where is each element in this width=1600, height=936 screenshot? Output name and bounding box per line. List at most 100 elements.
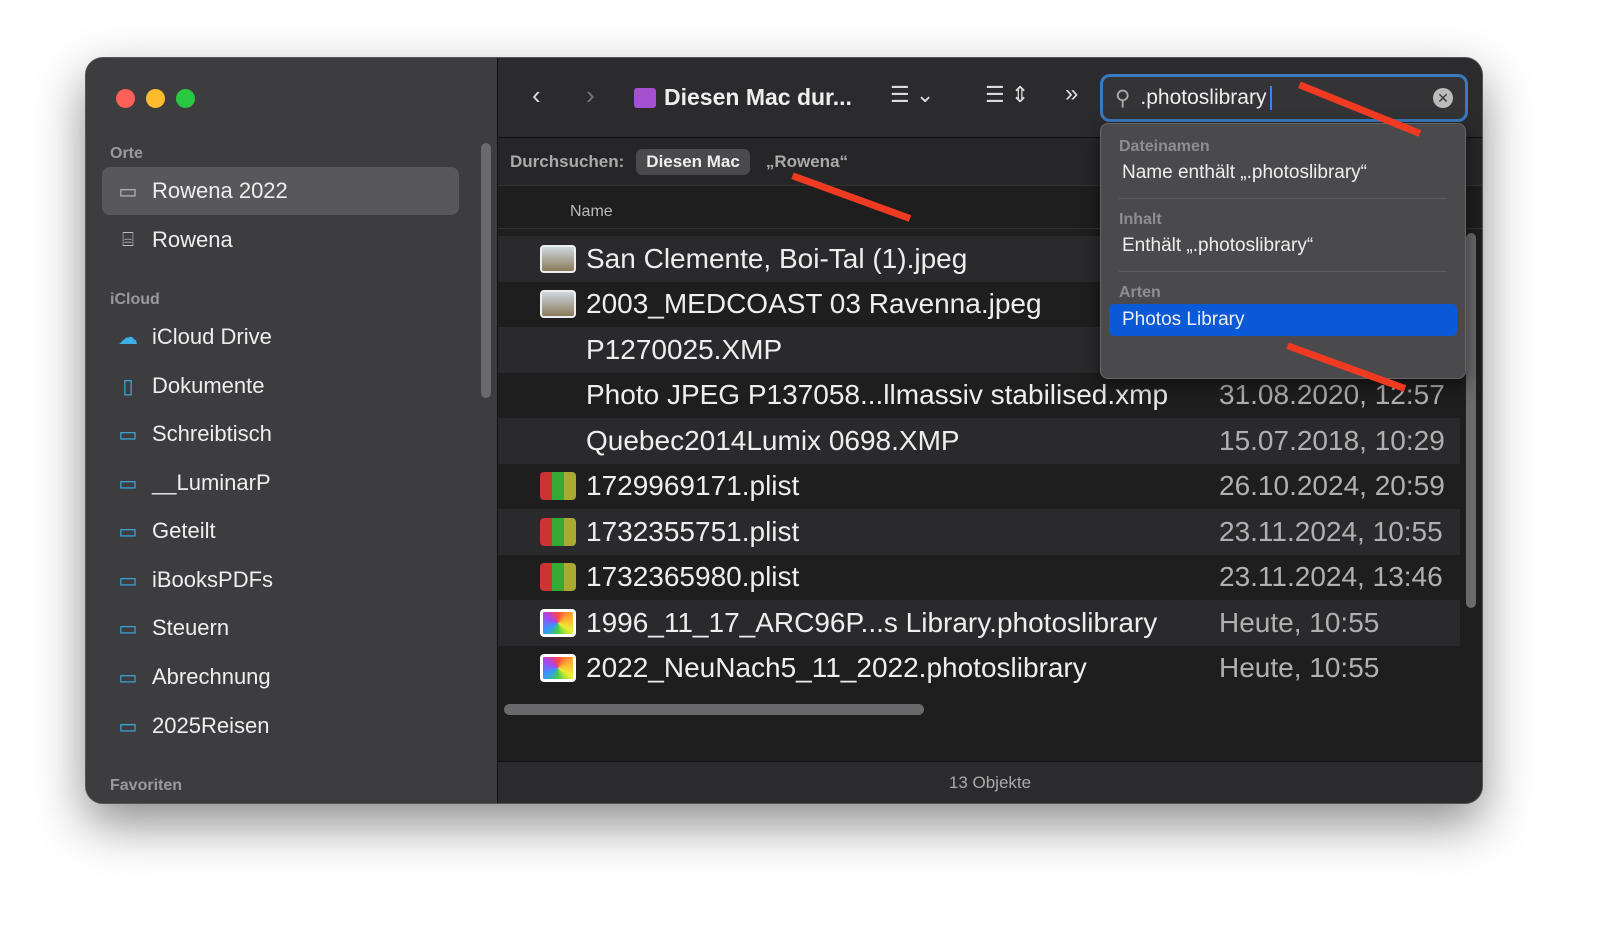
photos-file-icon	[540, 608, 576, 637]
file-row[interactable]: 1732365980.plist 23.11.2024, 13:46	[498, 555, 1460, 601]
minimize-button[interactable]	[146, 89, 165, 108]
sidebar-item-schreibtisch[interactable]: ▭ Schreibtisch	[102, 410, 459, 458]
horizontal-scrollbar[interactable]	[504, 704, 924, 715]
file-date: 26.10.2024, 20:59	[1219, 470, 1445, 502]
section-header-arten: Arten	[1119, 284, 1161, 301]
desktop-icon: ▭	[118, 423, 138, 446]
suggestion-content-contains[interactable]: Enthält „.photoslibrary“	[1109, 229, 1457, 267]
sidebar-item-label: __LuminarP	[152, 470, 271, 495]
plist-file-icon	[540, 472, 576, 501]
jpeg-file-icon	[540, 244, 576, 273]
section-icloud: iCloud	[110, 291, 160, 308]
file-date: Heute, 10:55	[1219, 606, 1380, 638]
file-name: Photo JPEG P137058...llmassiv stabilised…	[586, 379, 1169, 411]
none-file-icon	[540, 427, 576, 455]
file-date: 23.11.2024, 10:55	[1219, 515, 1443, 547]
title-text: Diesen Mac dur...	[664, 84, 852, 110]
sidebar-item-icloud-drive[interactable]: ☁ iCloud Drive	[102, 313, 459, 361]
sidebar-item-dokumente[interactable]: ▯ Dokumente	[102, 362, 459, 410]
none-file-icon	[540, 381, 576, 409]
plist-file-icon	[540, 517, 576, 546]
folder-icon: ▭	[118, 715, 138, 738]
sidebar-item-luminarp[interactable]: ▭ __LuminarP	[102, 459, 459, 507]
sidebar-item-label: Steuern	[152, 615, 230, 640]
back-button[interactable]: ‹	[532, 80, 541, 111]
drive-icon: ⌸	[122, 228, 134, 251]
sidebar-item-label: Geteilt	[152, 518, 216, 543]
zoom-button[interactable]	[176, 89, 195, 108]
file-name: 1729969171.plist	[586, 470, 800, 502]
status-bar: 13 Objekte	[498, 761, 1482, 803]
sidebar-item-label: iBooksPDFs	[152, 567, 274, 592]
file-date: 15.07.2018, 10:29	[1219, 424, 1445, 456]
sidebar: Orte ▭ Rowena 2022 ⌸ Rowena iCloud ☁ iCloud…	[86, 58, 498, 803]
sidebar-item-geteilt[interactable]: ▭ Geteilt	[102, 507, 459, 555]
search-field[interactable]: ⚲ .photoslibrary ✕	[1100, 74, 1468, 122]
file-date: 31.08.2020, 12:57	[1219, 379, 1445, 411]
window-title: Diesen Mac dur...	[634, 84, 852, 111]
window-controls	[116, 89, 195, 108]
file-name: P1270025.XMP	[586, 333, 783, 365]
file-row[interactable]: 1729969171.plist 26.10.2024, 20:59	[498, 464, 1460, 510]
group-sort-icon[interactable]: ☰ ⇕	[985, 82, 1029, 108]
sidebar-item-label: Rowena 2022	[152, 178, 288, 203]
plist-file-icon	[540, 563, 576, 592]
folder-icon: ▭	[118, 617, 138, 640]
file-name: 1732355751.plist	[586, 515, 800, 547]
sidebar-item-label: iCloud Drive	[152, 324, 272, 349]
sidebar-item-label: Dokumente	[152, 373, 265, 398]
file-row[interactable]: 1996_11_17_ARC96P...s Library.photoslibr…	[498, 600, 1460, 646]
folder-icon: ▭	[118, 472, 138, 495]
view-options-icon[interactable]: ☰ ⌄	[890, 82, 934, 108]
search-icon: ⚲	[1115, 86, 1131, 110]
file-row[interactable]: 1732355751.plist 23.11.2024, 10:55	[498, 509, 1460, 555]
file-row[interactable]: Quebec2014Lumix 0698.XMP 15.07.2018, 10:2…	[498, 418, 1460, 464]
sidebar-item-steuern[interactable]: ▭ Steuern	[102, 604, 459, 652]
search-input[interactable]: .photoslibrary	[1140, 86, 1266, 110]
file-row[interactable]: 2022_NeuNach5_11_2022.photoslibrary Heute…	[498, 646, 1460, 692]
scope-this-mac-button[interactable]: Diesen Mac	[636, 148, 750, 175]
sidebar-item-rowena[interactable]: ⌸ Rowena	[102, 216, 459, 264]
folder-icon	[634, 87, 656, 108]
section-header-dateinamen: Dateinamen	[1119, 138, 1210, 155]
sidebar-item-label: Abrechnung	[152, 664, 271, 689]
section-favoriten: Favoriten	[110, 777, 183, 794]
cloud-icon: ☁	[118, 326, 138, 349]
file-date: Heute, 10:55	[1219, 652, 1380, 684]
sidebar-item-rowena-2022[interactable]: ▭ Rowena 2022	[102, 167, 459, 215]
more-chevron-icon[interactable]: »	[1065, 80, 1078, 108]
search-suggestions-dropdown: Dateinamen Name enthält „.photoslibrary“…	[1100, 123, 1466, 379]
photos-file-icon	[540, 654, 576, 683]
file-row[interactable]: Photo JPEG P137058...llmassiv stabilised…	[498, 373, 1460, 419]
jpeg-file-icon	[540, 290, 576, 319]
sidebar-item-label: Rowena	[152, 227, 233, 252]
shared-folder-icon: ▭	[118, 520, 138, 543]
forward-button[interactable]: ›	[586, 80, 595, 111]
divider	[1119, 271, 1447, 272]
sidebar-item-ibookspdfs[interactable]: ▭ iBooksPDFs	[102, 556, 459, 604]
file-name: 2003_MEDCOAST 03 Ravenna.jpeg	[586, 288, 1042, 320]
sidebar-item-abrechnung[interactable]: ▭ Abrechnung	[102, 653, 459, 701]
folder-icon: ▭	[118, 666, 138, 689]
sidebar-item-label: 2025Reisen	[152, 713, 270, 738]
vertical-scrollbar[interactable]	[1466, 233, 1476, 608]
suggestion-name-contains[interactable]: Name enthält „.photoslibrary“	[1109, 156, 1457, 194]
laptop-icon: ▭	[118, 180, 138, 203]
file-name: San Clemente, Boi-Tal (1).jpeg	[586, 242, 968, 274]
section-orte: Orte	[110, 145, 143, 162]
file-name: Quebec2014Lumix 0698.XMP	[586, 424, 960, 456]
sidebar-scrollbar[interactable]	[481, 143, 491, 398]
section-header-inhalt: Inhalt	[1119, 211, 1162, 228]
suggestion-photos-library[interactable]: Photos Library	[1109, 304, 1457, 336]
folder-icon: ▭	[118, 569, 138, 592]
none-file-icon	[540, 336, 576, 364]
close-button[interactable]	[116, 89, 135, 108]
text-cursor	[1270, 86, 1273, 110]
divider	[1119, 198, 1447, 199]
file-name: 1732365980.plist	[586, 561, 800, 593]
sidebar-item-2025reisen[interactable]: ▭ 2025Reisen	[102, 702, 459, 750]
document-icon: ▯	[122, 375, 134, 398]
scope-rowena-button[interactable]: „Rowena“	[766, 152, 848, 172]
clear-search-icon[interactable]: ✕	[1433, 88, 1453, 108]
file-name: 2022_NeuNach5_11_2022.photoslibrary	[586, 652, 1087, 684]
